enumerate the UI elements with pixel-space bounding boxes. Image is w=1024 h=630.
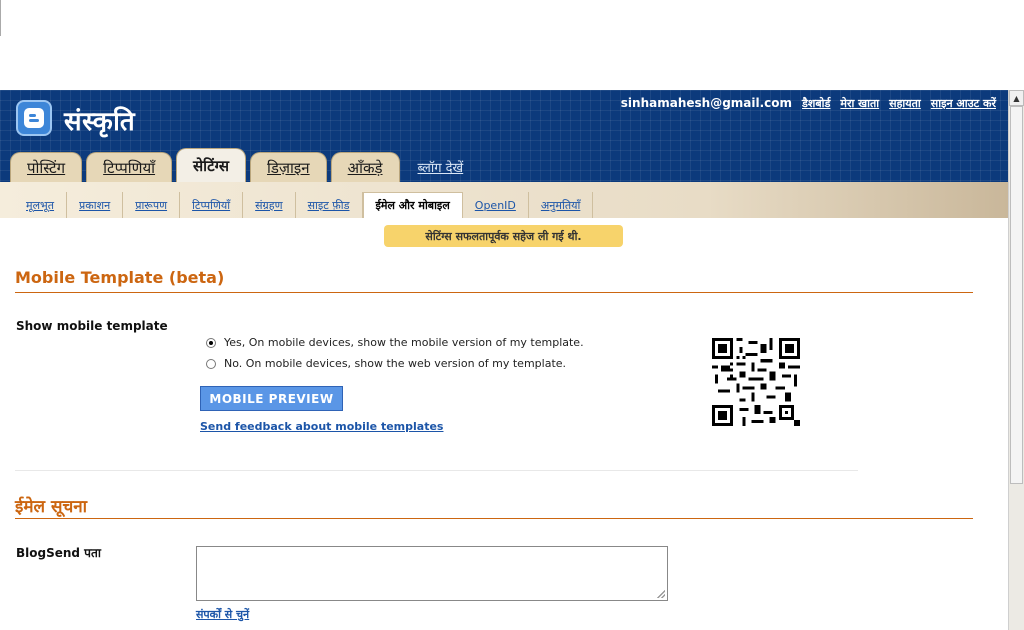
tab-settings[interactable]: सेटिंग्स bbox=[176, 148, 246, 182]
option-yes-label: Yes, On mobile devices, show the mobile … bbox=[224, 336, 584, 349]
my-account-link[interactable]: मेरा खाता bbox=[840, 96, 879, 111]
show-mobile-template-label: Show mobile template bbox=[16, 319, 168, 333]
user-email: sinhamahesh@gmail.com bbox=[620, 96, 793, 110]
blog-title: संस्कृति bbox=[64, 107, 136, 137]
option-no-row[interactable]: No. On mobile devices, show the web vers… bbox=[206, 357, 566, 370]
view-blog-link[interactable]: ब्लॉग देखें bbox=[404, 152, 478, 182]
subnav-formatting[interactable]: प्रारूपण bbox=[123, 192, 181, 218]
section-divider-light bbox=[15, 470, 858, 471]
window-edge bbox=[0, 0, 1, 36]
settings-saved-notice: सेटिंग्स सफलतापूर्वक सहेज ली गई थी. bbox=[384, 225, 623, 247]
radio-yes[interactable] bbox=[206, 337, 216, 348]
blogsend-label: BlogSend पता bbox=[16, 546, 101, 560]
tab-stats[interactable]: आँकड़े bbox=[330, 152, 400, 182]
mobile-template-title: Mobile Template (beta) bbox=[15, 268, 225, 287]
option-no-label: No. On mobile devices, show the web vers… bbox=[224, 357, 567, 370]
feedback-link[interactable]: Send feedback about mobile templates bbox=[200, 420, 443, 433]
account-links: sinhamahesh@gmail.com डैशबोर्ड मेरा खाता… bbox=[621, 96, 996, 111]
blogger-header: संस्कृति sinhamahesh@gmail.com डैशबोर्ड … bbox=[0, 90, 1008, 182]
subnav-site-feed[interactable]: साइट फ़ीड bbox=[296, 192, 363, 218]
radio-no[interactable] bbox=[206, 358, 216, 369]
subnav-permissions[interactable]: अनुमतियाँ bbox=[529, 192, 594, 218]
blogger-logo-icon[interactable] bbox=[16, 100, 52, 136]
subnav-publishing[interactable]: प्रकाशन bbox=[67, 192, 124, 218]
subnav-openid[interactable]: OpenID bbox=[463, 192, 529, 218]
help-link[interactable]: सहायता bbox=[889, 96, 921, 111]
tab-comments[interactable]: टिप्पणियाँ bbox=[86, 152, 173, 182]
subnav-email-mobile[interactable]: ईमेल और मोबाइल bbox=[362, 192, 463, 218]
vertical-scrollbar[interactable]: ▲ bbox=[1008, 90, 1024, 630]
qr-code-icon bbox=[712, 338, 800, 430]
section-divider bbox=[15, 292, 973, 293]
browser-top-area bbox=[0, 0, 1024, 90]
subnav-comments[interactable]: टिप्पणियाँ bbox=[180, 192, 244, 218]
tab-design[interactable]: डिज़ाइन bbox=[250, 152, 327, 182]
subnav-basic[interactable]: मूलभूत bbox=[14, 192, 68, 218]
blogsend-textarea[interactable] bbox=[196, 546, 668, 601]
email-notification-title: ईमेल सूचना bbox=[15, 497, 88, 517]
mobile-preview-button[interactable]: MOBILE PREVIEW bbox=[200, 386, 343, 411]
scroll-up-arrow-icon[interactable]: ▲ bbox=[1009, 90, 1024, 106]
subnav-archiving[interactable]: संग्रहण bbox=[243, 192, 296, 218]
option-yes-row[interactable]: Yes, On mobile devices, show the mobile … bbox=[206, 336, 584, 349]
email-section-divider bbox=[15, 518, 973, 519]
main-tabs: पोस्टिंग टिप्पणियाँ सेटिंग्स डिज़ाइन आँक… bbox=[10, 148, 477, 182]
tab-posting[interactable]: पोस्टिंग bbox=[10, 152, 83, 182]
sign-out-link[interactable]: साइन आउट करें bbox=[931, 96, 996, 111]
resize-grip-icon[interactable] bbox=[657, 590, 665, 598]
dashboard-link[interactable]: डैशबोर्ड bbox=[802, 96, 830, 111]
settings-subnav: मूलभूत प्रकाशन प्रारूपण टिप्पणियाँ संग्र… bbox=[0, 182, 1008, 218]
scroll-thumb[interactable] bbox=[1010, 106, 1023, 484]
choose-from-contacts-link[interactable]: संपर्कों से चुनें bbox=[196, 607, 249, 622]
